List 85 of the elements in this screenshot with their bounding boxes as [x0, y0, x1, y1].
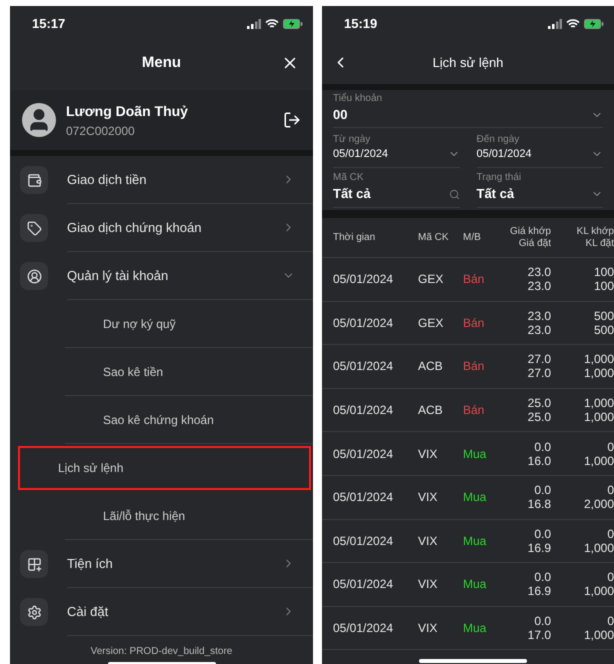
table-cell-text: VIX [418, 576, 438, 594]
column-header: Giá khớp Giá đặt [508, 226, 551, 250]
menu-item[interactable]: Giao dịch chứng khoán [67, 204, 313, 252]
tag-icon [20, 214, 48, 242]
table-cell-text: VIX [418, 620, 438, 638]
submenu-item[interactable]: Dư nợ ký quỹ [65, 300, 313, 348]
table-cell-text: 05/01/2024 [333, 620, 394, 638]
price-cell-text: 23.0 23.0 [526, 308, 551, 337]
column-header: M/B [463, 232, 482, 244]
version-text: Version: PROD-dev_build_store [90, 646, 232, 657]
screen-title: Lịch sử lệnh [432, 54, 504, 72]
side-label: Mua [463, 489, 488, 506]
table-cell-text: VIX [418, 532, 438, 550]
battery-charging-icon [283, 19, 303, 29]
signal-icon [247, 19, 261, 29]
quantity-cell-text: 0 1,000 [582, 570, 614, 598]
account-number: 072C002000 [66, 122, 136, 140]
price-cell-text: 0.0 17.0 [526, 614, 551, 642]
menu-item[interactable]: Quản lý tài khoản [67, 252, 313, 300]
quantity-cell-text: 0 1,000 [582, 440, 614, 468]
quantity-cell-text: 0 1,000 [582, 614, 614, 642]
status-time: 15:19 [344, 15, 378, 34]
screen-title: Menu [142, 52, 182, 73]
table-cell-text: 05/01/2024 [333, 314, 394, 332]
price-cell-text: 23.0 23.0 [526, 265, 551, 294]
user-name: Lương Doãn Thuỷ [66, 102, 189, 121]
wifi-icon [566, 19, 580, 29]
price-cell-text: 0.0 16.0 [526, 440, 551, 468]
menu-item[interactable]: Cài đặt [67, 588, 313, 636]
search-field[interactable]: Mã CK Tất cả [333, 168, 460, 208]
price-cell-text: 0.0 16.8 [526, 483, 551, 512]
menu-item[interactable]: Giao dịch tiền [67, 156, 313, 204]
column-header: Thời gian [333, 232, 376, 244]
quantity-cell-text: 0 2,000 [582, 483, 614, 512]
wifi-icon [265, 19, 279, 29]
menu-item[interactable]: Tiện ích [67, 540, 313, 588]
side-label: Bán [463, 358, 486, 376]
table-cell-text: 05/01/2024 [333, 358, 394, 376]
search-icon [448, 188, 460, 200]
side-label: Mua [463, 620, 488, 638]
grid-plus-icon [20, 550, 48, 578]
price-cell-text: 0.0 16.9 [526, 526, 551, 555]
side-label: Bán [463, 271, 486, 288]
select-field[interactable]: Trạng thái Tất cả [476, 168, 603, 208]
table-cell-text: 05/01/2024 [333, 271, 394, 288]
battery-charging-icon [584, 19, 604, 29]
submenu-item[interactable]: Lãi/lỗ thực hiện [65, 492, 313, 540]
quantity-cell-text: 0 1,000 [582, 526, 614, 555]
table-cell-text: ACB [418, 358, 444, 376]
side-label: Bán [463, 402, 486, 420]
column-header: KL khớp KL đặt [576, 226, 614, 250]
side-label: Mua [463, 446, 488, 463]
table-cell-text: 05/01/2024 [333, 532, 394, 550]
quantity-cell-text: 1,000 1,000 [582, 352, 614, 380]
submenu-item[interactable]: Sao kê tiền [65, 348, 313, 396]
status-time: 15:17 [32, 15, 66, 34]
quantity-cell-text: 1,000 1,000 [582, 396, 614, 424]
avatar-icon [22, 103, 56, 137]
side-label: Bán [463, 314, 486, 332]
quantity-cell-text: 500 500 [592, 308, 614, 337]
wallet-icon [20, 166, 48, 194]
price-cell-text: 27.0 27.0 [526, 352, 551, 380]
column-header: Mã CK [418, 232, 450, 244]
logout-button[interactable] [283, 111, 301, 129]
select-field[interactable]: Tiểu khoản 00 [333, 90, 603, 128]
table-cell-text: 05/01/2024 [333, 576, 394, 594]
table-cell-text: 05/01/2024 [333, 446, 394, 463]
quantity-cell-text: 100 100 [592, 265, 614, 294]
table-cell-text: 05/01/2024 [333, 402, 394, 420]
table-cell-text: VIX [418, 446, 438, 463]
submenu-item[interactable]: Lịch sử lệnh [18, 446, 311, 490]
table-cell-text: GEX [418, 314, 444, 332]
select-field[interactable]: Đến ngày 05/01/2024 [476, 128, 603, 168]
table-cell-text: ACB [418, 402, 444, 420]
side-label: Mua [463, 532, 488, 550]
side-label: Mua [463, 576, 488, 594]
table-cell-text: VIX [418, 489, 438, 506]
submenu-item[interactable]: Sao kê chứng khoán [65, 396, 313, 444]
select-field[interactable]: Từ ngày 05/01/2024 [333, 128, 460, 168]
table-cell-text: 05/01/2024 [333, 489, 394, 506]
signal-icon [548, 19, 562, 29]
table-cell-text: GEX [418, 271, 444, 288]
price-cell-text: 25.0 25.0 [526, 396, 551, 424]
price-cell-text: 0.0 16.9 [526, 570, 551, 598]
settings-icon [20, 598, 48, 626]
